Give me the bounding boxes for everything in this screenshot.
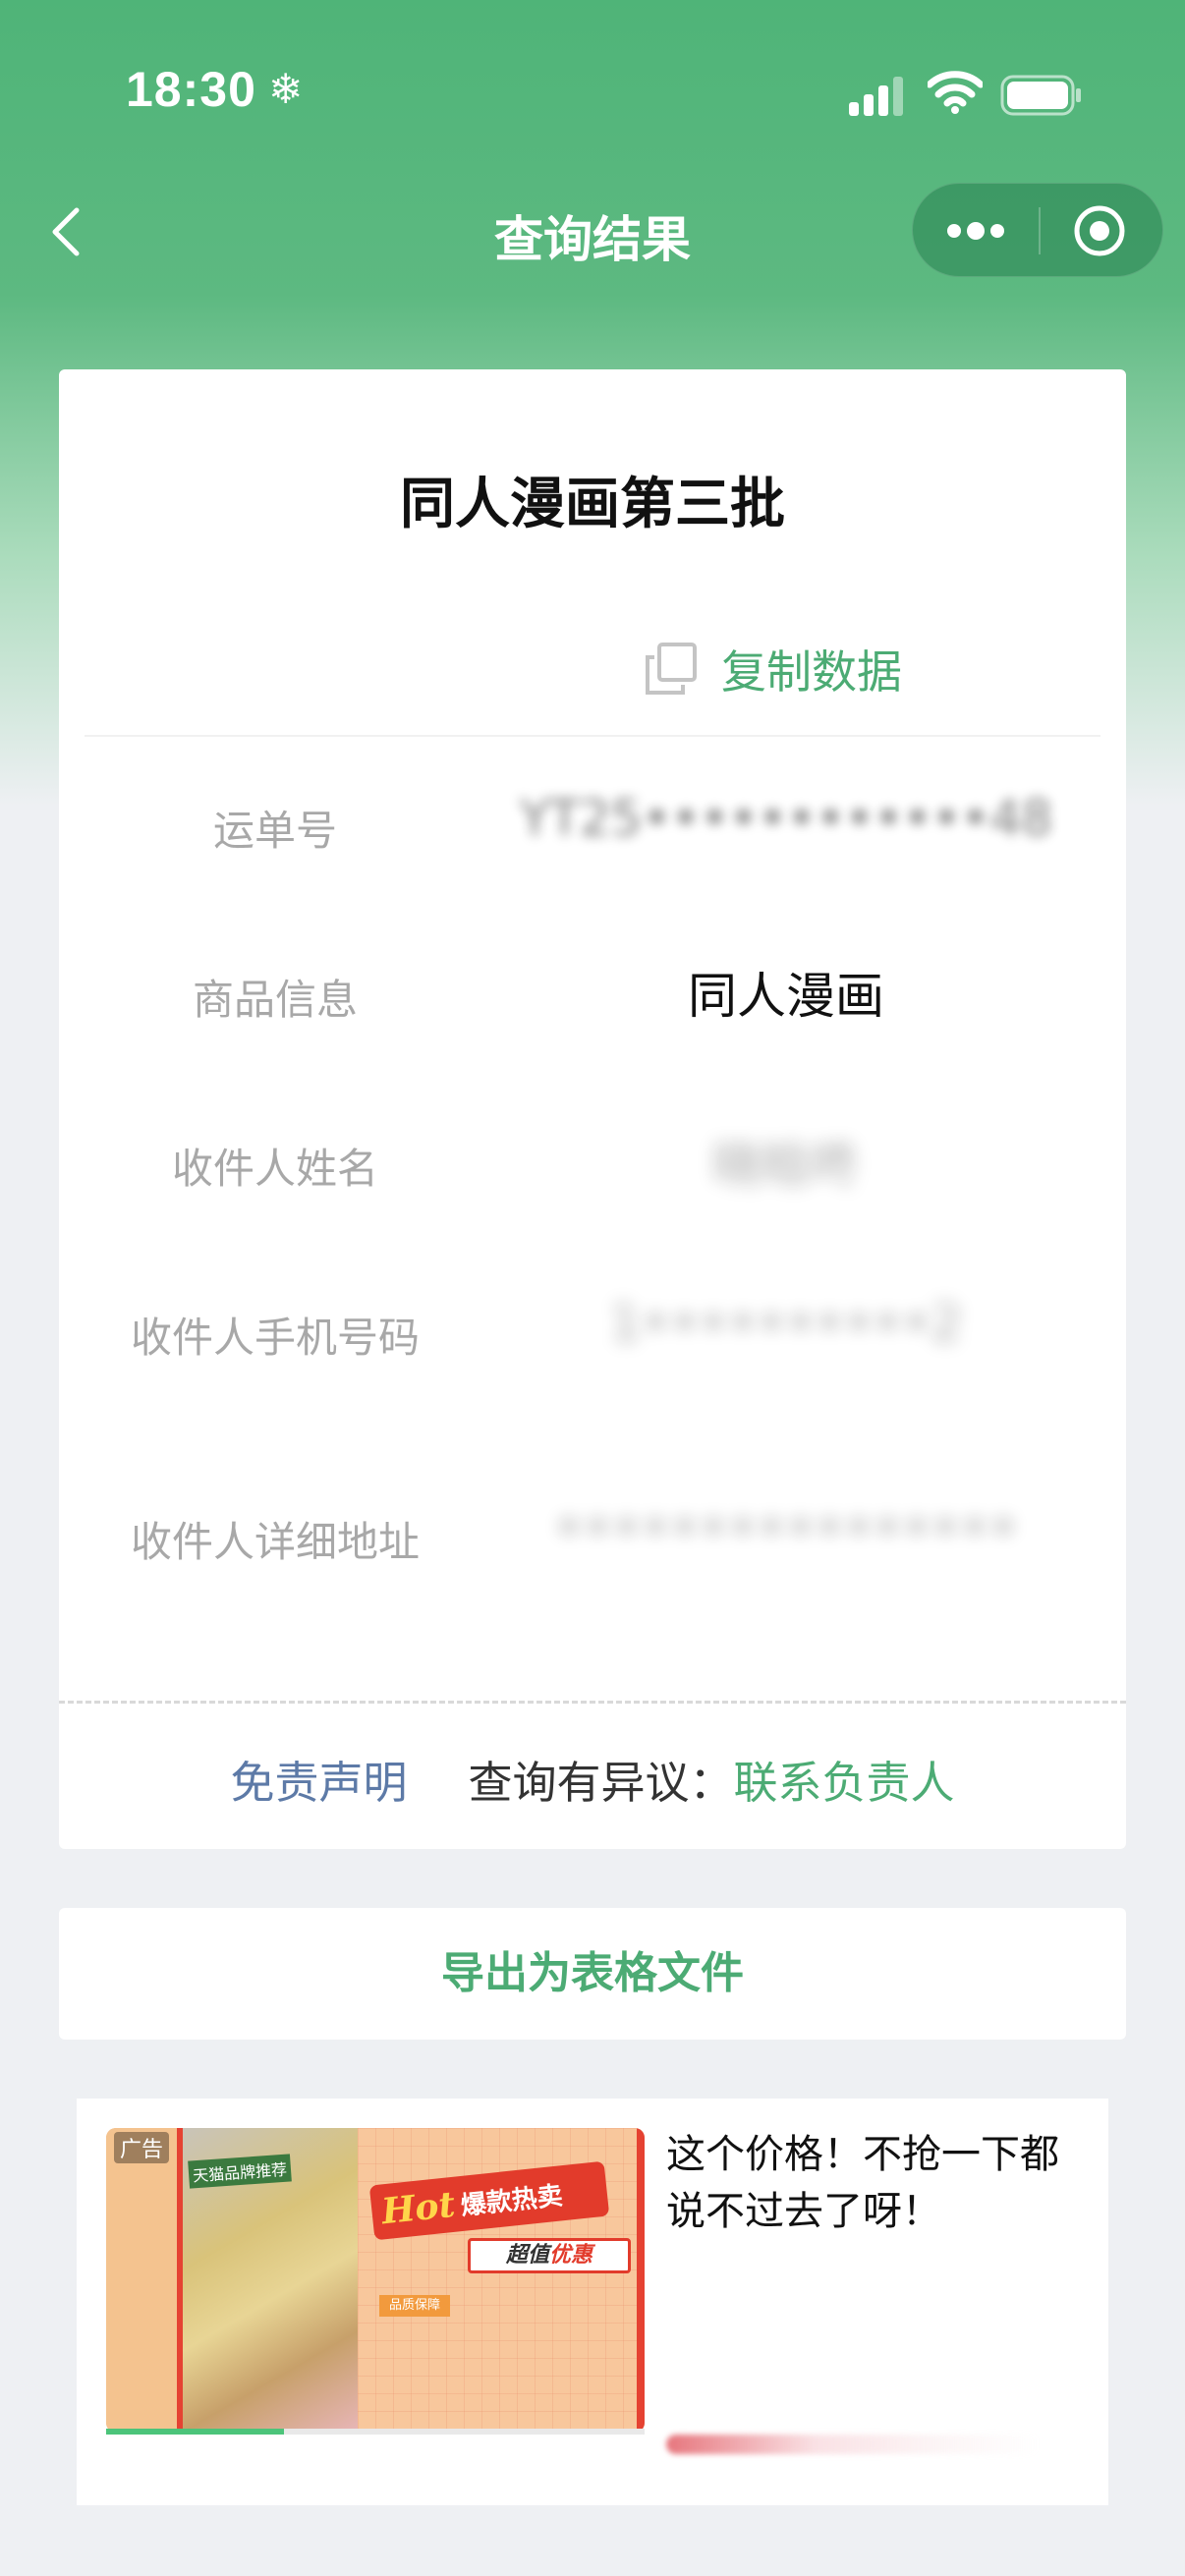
ad-photo-caption: 天猫品牌推荐 bbox=[188, 2154, 292, 2189]
ad-card[interactable]: 天猫品牌推荐 Hot 爆款热卖 超值优惠 品质保障 广告 这个价格！不抢一下都说… bbox=[77, 2099, 1108, 2505]
question-prefix: 查询有异议： bbox=[468, 1757, 734, 1809]
recipient-phone-value: 1••••••••••2 bbox=[609, 1295, 963, 1352]
ad-image-strip bbox=[106, 2128, 183, 2433]
more-button[interactable] bbox=[913, 184, 1039, 278]
ad-headline[interactable]: 这个价格！不抢一下都说不过去了呀！ bbox=[666, 2126, 1079, 2240]
copy-icon bbox=[646, 643, 697, 695]
ad-progress-track bbox=[106, 2429, 645, 2435]
mini-program-capsule bbox=[912, 183, 1163, 277]
ad-tag: 广告 bbox=[114, 2132, 170, 2163]
card-footer: 免责声明 查询有异议：联系负责人 bbox=[59, 1747, 1126, 1811]
info-row-recipient-phone: 收件人手机号码 1••••••••••2 bbox=[59, 1295, 1126, 1393]
product-value: 同人漫画 bbox=[688, 968, 884, 1025]
battery-icon bbox=[1000, 75, 1081, 116]
info-row-recipient-address: 收件人详细地址 •••••••••••••••• bbox=[59, 1499, 1126, 1597]
tracking-number-value: YT25••••••••••••48 bbox=[519, 790, 1053, 847]
page: 18:30 ❄ 查询结果 同人漫画第三批 复制数据 运单号 YT25••••••… bbox=[0, 0, 1185, 2576]
more-dots-icon bbox=[947, 222, 1004, 240]
card-divider bbox=[85, 735, 1100, 737]
status-time: 18:30 bbox=[126, 62, 256, 117]
ad-image[interactable]: 天猫品牌推荐 Hot 爆款热卖 超值优惠 品质保障 广告 bbox=[106, 2128, 645, 2433]
batch-title: 同人漫画第三批 bbox=[400, 473, 785, 536]
copy-data-button[interactable]: 复制数据 bbox=[643, 635, 902, 703]
recipient-name-value: 晓晗咚 bbox=[712, 1137, 860, 1194]
ad-promo-panel: Hot 爆款热卖 超值优惠 品质保障 bbox=[358, 2128, 645, 2433]
status-bar: 18:30 ❄ bbox=[0, 0, 1185, 187]
info-label: 运单号 bbox=[212, 807, 337, 855]
contact-owner-link[interactable]: 联系负责人 bbox=[734, 1757, 955, 1809]
info-label: 收件人手机号码 bbox=[130, 1314, 420, 1362]
ad-product-photo: 天猫品牌推荐 bbox=[183, 2128, 358, 2433]
snowflake-icon: ❄ bbox=[268, 65, 304, 113]
target-close-icon bbox=[1074, 205, 1125, 256]
result-card: 同人漫画第三批 复制数据 运单号 YT25••••••••••••48 商品信息… bbox=[59, 369, 1126, 1849]
close-mini-program-button[interactable] bbox=[1041, 184, 1164, 278]
copy-data-label: 复制数据 bbox=[721, 645, 902, 699]
wifi-icon bbox=[928, 71, 983, 114]
info-label: 收件人详细地址 bbox=[130, 1518, 420, 1566]
info-row-product: 商品信息 同人漫画 bbox=[59, 957, 1126, 1055]
ad-value-text-a: 超值 bbox=[505, 2243, 549, 2268]
disclaimer-link[interactable]: 免责声明 bbox=[230, 1757, 407, 1809]
cellular-signal-icon bbox=[849, 77, 903, 116]
ad-quality-label: 品质保障 bbox=[379, 2295, 450, 2317]
info-row-recipient-name: 收件人姓名 晓晗咚 bbox=[59, 1126, 1126, 1224]
ad-value-text-b: 优惠 bbox=[549, 2243, 593, 2268]
info-label: 收件人姓名 bbox=[171, 1145, 378, 1193]
ad-value-box: 超值优惠 bbox=[468, 2238, 631, 2273]
export-spreadsheet-button[interactable]: 导出为表格文件 bbox=[59, 1908, 1126, 2040]
ad-blurred-cta[interactable] bbox=[666, 2435, 1040, 2454]
ad-progress-fill bbox=[106, 2429, 284, 2435]
dashed-separator bbox=[59, 1701, 1126, 1704]
info-row-tracking: 运单号 YT25••••••••••••48 bbox=[59, 790, 1126, 888]
ad-hot-banner: Hot 爆款热卖 bbox=[368, 2160, 610, 2241]
info-label: 商品信息 bbox=[192, 976, 358, 1024]
recipient-address-value: •••••••••••••••• bbox=[554, 1499, 1018, 1556]
ad-hot-text: 爆款热卖 bbox=[459, 2180, 565, 2221]
ad-hot-word: Hot bbox=[379, 2183, 458, 2233]
